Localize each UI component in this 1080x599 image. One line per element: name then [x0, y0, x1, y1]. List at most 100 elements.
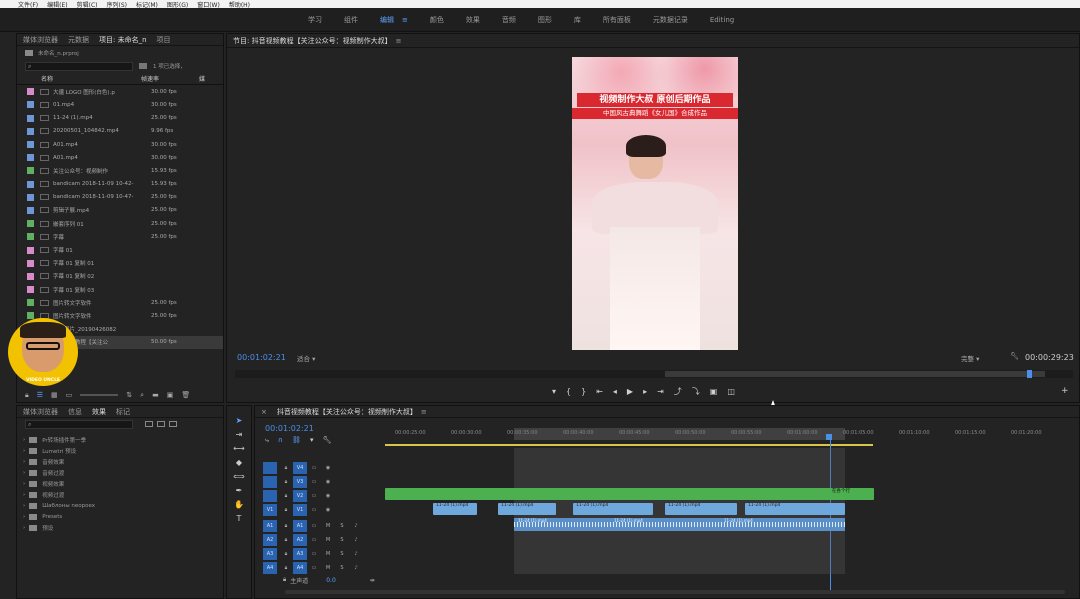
mic-icon[interactable]: ♪ — [349, 537, 363, 543]
project-search-input[interactable]: ⌕ — [25, 61, 133, 71]
mute-button[interactable]: M — [321, 551, 335, 557]
type-tool-icon[interactable]: T — [237, 514, 242, 523]
workspace-metadata[interactable]: 元数据记录 — [653, 15, 688, 25]
add-marker-button[interactable]: ▾ — [552, 387, 556, 396]
nest-toggle-icon[interactable]: ⤷ — [265, 436, 269, 445]
effects-folder[interactable]: › 音频过渡 — [17, 467, 223, 478]
expand-arrow-icon[interactable]: › — [23, 514, 25, 520]
track-scrollbar[interactable] — [285, 590, 445, 594]
project-item[interactable]: 关注公众号：视频制作 15.93 fps — [17, 164, 223, 177]
eye-icon[interactable]: ◉ — [321, 465, 335, 471]
ripple-edit-tool-icon[interactable]: ⟷ — [233, 444, 244, 453]
project-item[interactable]: 图片转文字软件 25.00 fps — [17, 296, 223, 309]
lift-button[interactable]: ⤴ — [674, 386, 682, 397]
tab-effects[interactable]: 效果 — [92, 407, 106, 417]
effects-folder[interactable]: › 视频过渡 — [17, 489, 223, 500]
export-frame-button[interactable]: ▣ — [710, 387, 718, 396]
solo-button[interactable]: S — [335, 565, 349, 571]
pen-tool-icon[interactable]: ✒ — [236, 486, 243, 495]
program-scrubber[interactable] — [235, 370, 1073, 378]
extract-button[interactable]: ⤵ — [692, 386, 700, 397]
col-fps[interactable]: 帧速率 — [141, 74, 199, 83]
green-clip-v2[interactable] — [385, 488, 873, 500]
timeline-playhead-head[interactable] — [826, 434, 832, 440]
source-patch[interactable]: A1 — [263, 520, 277, 532]
track-target[interactable]: V2 — [293, 490, 307, 502]
lock-track-icon[interactable]: 🔒︎ — [279, 493, 293, 499]
program-monitor-title[interactable]: 节目: 抖音视频教程【关注公众号：视频制作大叔】 — [233, 36, 392, 46]
label-color-swatch[interactable] — [27, 141, 34, 149]
effects-search-input[interactable]: ⌕ — [25, 419, 133, 429]
tab-metadata[interactable]: 元数据 — [68, 35, 89, 45]
label-color-swatch[interactable] — [27, 286, 34, 294]
accelerated-filter-icon[interactable] — [145, 421, 153, 427]
label-color-swatch[interactable] — [27, 220, 34, 228]
step-forward-button[interactable]: ▸ — [643, 387, 647, 396]
razor-tool-icon[interactable]: ◆ — [236, 458, 242, 467]
sync-lock-icon[interactable]: ▭ — [307, 465, 321, 471]
label-color-swatch[interactable] — [27, 233, 34, 241]
project-item[interactable]: 20200501_104842.mp4 9.96 fps — [17, 125, 223, 138]
tab-media-browser[interactable]: 媒体浏览器 — [23, 35, 58, 45]
track-target[interactable]: A4 — [293, 562, 307, 574]
video-clip-v1[interactable]: 11-24 (1).mp4 — [433, 503, 477, 515]
lock-track-icon[interactable]: 🔒︎ — [279, 551, 293, 557]
sync-lock-icon[interactable]: ▭ — [307, 523, 321, 529]
settings-wrench-icon[interactable]: 🔧︎ — [1010, 352, 1019, 360]
sync-lock-icon[interactable]: ▭ — [307, 537, 321, 543]
timeline-timecode[interactable]: 00:01:02:21 — [265, 424, 314, 433]
master-value[interactable]: 0.0 — [326, 577, 336, 584]
workspace-libraries[interactable]: 库 — [574, 15, 581, 25]
yuv-filter-icon[interactable] — [169, 421, 177, 427]
solo-button[interactable]: S — [335, 537, 349, 543]
tab-media-browser-2[interactable]: 媒体浏览器 — [23, 407, 58, 417]
project-item[interactable]: A01.mp4 30.00 fps — [17, 138, 223, 151]
quality-dropdown[interactable]: 完整 ▾ — [961, 353, 979, 363]
icon-view-icon[interactable]: ▦ — [51, 391, 58, 399]
label-color-swatch[interactable] — [27, 154, 34, 162]
source-patch[interactable]: A2 — [263, 534, 277, 546]
sort-icon[interactable]: ⇅ — [126, 391, 132, 399]
project-item[interactable]: 嵌套序列 01 25.00 fps — [17, 217, 223, 230]
label-color-swatch[interactable] — [27, 246, 34, 254]
label-color-swatch[interactable] — [27, 259, 34, 267]
workspace-graphics[interactable]: 图形 — [538, 15, 552, 25]
workspace-menu-icon[interactable]: ≡ — [402, 16, 408, 24]
linked-selection-icon[interactable]: ⛓ — [292, 436, 301, 445]
find-icon[interactable]: ⌕ — [140, 391, 144, 400]
source-patch-empty[interactable] — [263, 490, 277, 502]
col-extra[interactable]: 媒 — [199, 74, 205, 83]
expand-arrow-icon[interactable]: › — [23, 481, 25, 487]
solo-button[interactable]: S — [335, 523, 349, 529]
hand-tool-icon[interactable]: ✋ — [234, 500, 244, 509]
mute-button[interactable]: M — [321, 537, 335, 543]
snap-icon[interactable]: ∩ — [278, 436, 283, 445]
workspace-editing-2[interactable]: Editing — [710, 16, 734, 24]
effects-folder[interactable]: › 音频效果 — [17, 456, 223, 467]
effects-folder[interactable]: › Pr转场插件第一季 — [17, 434, 223, 445]
eye-icon[interactable]: ◉ — [321, 493, 335, 499]
sync-lock-icon[interactable]: ▭ — [307, 507, 321, 513]
effects-folder[interactable]: › 视频效果 — [17, 478, 223, 489]
sync-lock-icon[interactable]: ▭ — [307, 565, 321, 571]
source-patch-empty[interactable] — [263, 462, 277, 474]
timeline-title[interactable]: 抖音视频教程【关注公众号：视频制作大叔】 — [277, 407, 417, 417]
sync-lock-icon[interactable]: ▭ — [307, 493, 321, 499]
expand-arrow-icon[interactable]: › — [23, 470, 25, 476]
effects-folder[interactable]: › Lumetri 预设 — [17, 445, 223, 456]
label-color-swatch[interactable] — [27, 299, 34, 307]
label-color-swatch[interactable] — [27, 101, 34, 109]
new-bin-bottom-icon[interactable]: ▬ — [152, 391, 159, 399]
add-marker-timeline-icon[interactable]: ▾ — [310, 436, 314, 445]
track-target[interactable]: V1 — [293, 504, 307, 516]
work-area-bar[interactable] — [385, 444, 873, 446]
lock-track-icon[interactable]: 🔒︎ — [279, 479, 293, 485]
slip-tool-icon[interactable]: ⟺ — [233, 472, 244, 481]
tab-markers[interactable]: 标记 — [116, 407, 130, 417]
source-patch-empty[interactable] — [263, 476, 277, 488]
play-button[interactable]: ▶ — [627, 387, 633, 396]
lock-track-icon[interactable]: 🔒︎ — [279, 523, 293, 529]
zoom-slider[interactable] — [80, 394, 119, 396]
project-item[interactable]: 字幕 01 复制 03 — [17, 283, 223, 296]
master-lock-icon[interactable]: 🔒︎ — [283, 576, 286, 584]
